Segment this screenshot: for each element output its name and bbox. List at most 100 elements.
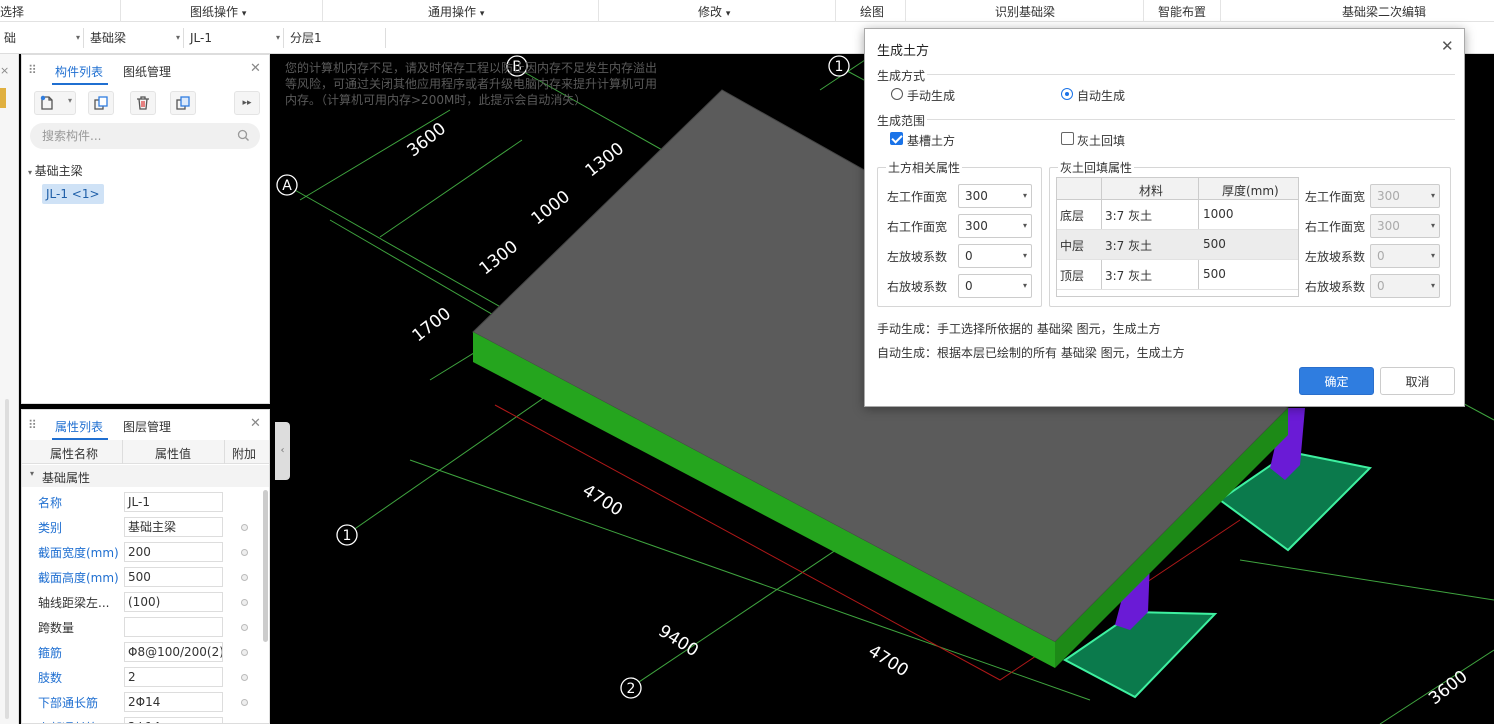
attach-indicator-icon[interactable] [241,649,248,656]
manual-radio[interactable] [891,88,903,100]
manual-radio-label[interactable]: 手动生成 [907,87,955,104]
delete-icon [137,96,149,110]
fill-table-row[interactable]: 中层 3:7 灰土 500 [1057,230,1298,260]
attach-indicator-icon[interactable] [241,674,248,681]
chevron-down-icon: ▾ [75,33,80,42]
property-name: 截面宽度(mm) [38,546,119,560]
property-section-header[interactable]: ▾ 基础属性 [22,465,269,487]
auto-radio[interactable] [1061,88,1073,100]
ribbon-smart-layout[interactable]: 智能布置 [1158,3,1206,20]
close-icon[interactable]: ✕ [1441,37,1454,55]
pit-checkbox-label[interactable]: 基槽土方 [907,132,955,149]
backfill-checkbox-label[interactable]: 灰土回填 [1077,132,1125,149]
ribbon-modify[interactable]: 修改 ▾ [698,3,730,20]
property-row: 跨数量 [22,615,269,640]
tab-layer-management[interactable]: 图层管理 [123,418,171,435]
property-value-input[interactable]: (100) [124,592,223,612]
earth-prop-label: 右放坡系数 [887,280,948,294]
search-input[interactable]: 搜索构件... [30,123,260,149]
property-name: 箍筋 [38,646,63,660]
attach-indicator-icon[interactable] [241,549,248,556]
layer-copy-button[interactable] [170,91,196,115]
left-edge-bar: × [0,54,19,724]
tab-property-list[interactable]: 属性列表 [55,418,103,435]
property-value-input[interactable]: 2 [124,667,223,687]
fill-prop-select: 300 ▾ [1370,214,1440,238]
earth-prop-select[interactable]: 300 ▾ [958,214,1032,238]
chevron-down-icon: ▾ [1430,251,1435,260]
fill-table-row[interactable]: 顶层 3:7 灰土 500 [1057,260,1298,290]
property-value-input[interactable]: 2Φ14 [124,692,223,712]
pit-checkbox[interactable] [890,132,903,145]
more-icon: ▸▸ [242,98,252,108]
attach-indicator-icon[interactable] [241,599,248,606]
cancel-button[interactable]: 取消 [1380,367,1455,395]
svg-text:3600: 3600 [1425,667,1471,709]
property-name: 类别 [38,521,63,535]
drag-handle-icon[interactable]: ⠿ [28,418,37,432]
property-scrollbar[interactable] [263,490,268,642]
attach-indicator-icon[interactable] [241,524,248,531]
property-value-input[interactable]: JL-1 [124,492,223,512]
more-button[interactable]: ▸▸ [234,91,260,115]
left-edge-scrollbar[interactable] [5,399,9,719]
attach-indicator-icon[interactable] [241,699,248,706]
new-component-button[interactable]: ▾ [34,91,76,115]
property-row: 上部通长筋 2Φ14 [22,715,269,723]
fill-table-row[interactable]: 底层 3:7 灰土 1000 [1057,200,1298,230]
earth-prop-select[interactable]: 300 ▾ [958,184,1032,208]
tree-group-foundation-beam[interactable]: ▾ 基础主梁 [28,162,83,179]
svg-text:2: 2 [627,681,636,697]
left-edge-tool-icon[interactable] [0,88,6,108]
ribbon-drawing-ops[interactable]: 图纸操作 ▾ [190,3,246,20]
attach-indicator-icon[interactable] [241,574,248,581]
property-row: 截面高度(mm) 500 [22,565,269,590]
left-edge-close-icon[interactable]: × [0,64,10,77]
component-type-select[interactable]: 基础梁 ▾ [86,26,184,50]
svg-text:1300: 1300 [476,237,522,279]
ribbon-identify-beam[interactable]: 识别基础梁 [995,3,1055,20]
floor-type-select[interactable]: 础 ▾ [0,26,84,50]
note-manual: 手动生成：手工选择所依据的 基础梁 图元，生成土方 [877,322,1161,336]
property-name: 肢数 [38,671,63,685]
backfill-checkbox[interactable] [1061,132,1074,145]
collapse-panel-handle[interactable]: ‹ [275,422,290,480]
property-row: 轴线距梁左... (100) [22,590,269,615]
svg-text:1000: 1000 [528,187,574,229]
property-value-input[interactable]: 200 [124,542,223,562]
ribbon-general-ops[interactable]: 通用操作 ▾ [428,3,484,20]
earth-prop-select[interactable]: 0 ▾ [958,244,1032,268]
component-select[interactable]: JL-1 ▾ [186,26,284,50]
delete-button[interactable] [130,91,156,115]
ribbon-select[interactable]: 选择 [0,3,24,20]
close-icon[interactable]: ✕ [250,416,261,431]
tree-item-jl1[interactable]: JL-1 <1> [42,184,104,204]
chevron-down-icon: ▾ [275,33,280,42]
property-value-input[interactable]: 基础主梁 [124,517,223,537]
close-icon[interactable]: ✕ [250,61,261,76]
earth-prop-select[interactable]: 0 ▾ [958,274,1032,298]
fill-prop-select: 0 ▾ [1370,244,1440,268]
property-value-input[interactable]: 2Φ14 [124,717,223,723]
fill-layer-name: 底层 [1060,209,1085,223]
fill-prop-label: 左工作面宽 [1305,190,1366,204]
property-value-input[interactable] [124,617,223,637]
chevron-down-icon: ▾ [67,96,72,105]
auto-radio-label[interactable]: 自动生成 [1077,87,1125,104]
property-value-input[interactable]: Φ8@100/200(2) [124,642,223,662]
property-value-input[interactable]: 500 [124,567,223,587]
fill-prop-select: 300 ▾ [1370,184,1440,208]
ribbon-draw[interactable]: 绘图 [860,3,884,20]
ok-button[interactable]: 确定 [1299,367,1374,395]
ribbon-beam-second-edit[interactable]: 基础梁二次编辑 [1342,3,1426,20]
layer-select[interactable]: 分层1 [286,26,386,50]
earth-prop-label: 左放坡系数 [887,250,948,264]
tab-drawing-management[interactable]: 图纸管理 [123,63,171,80]
memory-warning: 您的计算机内存不足，请及时保存工程以防止因内存不足发生内存溢出等风险，可通过关闭… [285,61,658,107]
attach-indicator-icon[interactable] [241,624,248,631]
chevron-down-icon: ▾ [1022,281,1027,290]
property-name: 轴线距梁左... [38,596,110,610]
copy-button[interactable] [88,91,114,115]
tab-component-list[interactable]: 构件列表 [55,63,103,80]
drag-handle-icon[interactable]: ⠿ [28,63,37,77]
